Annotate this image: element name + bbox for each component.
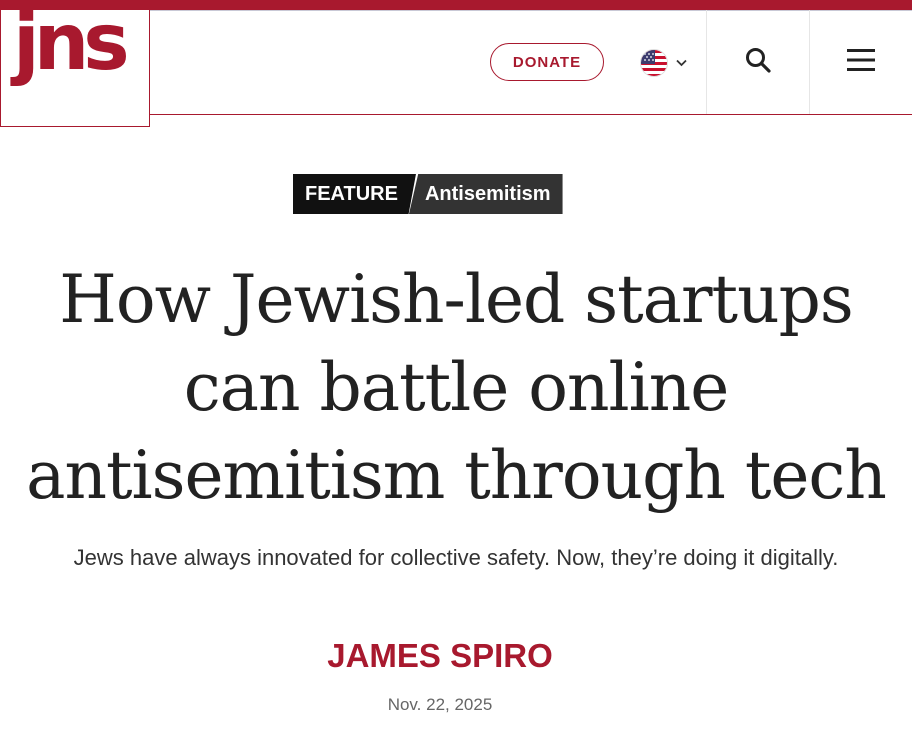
kicker-topic-link[interactable]: Antisemitism bbox=[408, 174, 563, 214]
search-icon bbox=[745, 47, 771, 78]
publish-date: Nov. 22, 2025 bbox=[387, 695, 493, 714]
menu-button[interactable] bbox=[810, 10, 912, 114]
article-kicker: FEATURE Antisemitism bbox=[293, 174, 563, 214]
author-byline[interactable]: JAMES SPIRO bbox=[0, 637, 880, 675]
us-flag-icon bbox=[640, 49, 668, 77]
kicker-feature-label[interactable]: FEATURE bbox=[293, 174, 416, 214]
logo-text: jns bbox=[13, 0, 130, 88]
donate-button[interactable]: DONATE bbox=[490, 43, 604, 81]
hamburger-menu-icon bbox=[847, 48, 875, 76]
site-header: jns DONATE bbox=[0, 4, 912, 127]
search-button[interactable] bbox=[707, 10, 809, 114]
language-selector[interactable] bbox=[640, 48, 696, 78]
article-subhead: Jews have always innovated for collectiv… bbox=[73, 545, 839, 570]
article-headline: How Jewish-led startups can battle onlin… bbox=[26, 261, 887, 514]
chevron-down-icon bbox=[676, 56, 687, 70]
site-logo[interactable]: jns bbox=[0, 4, 150, 127]
